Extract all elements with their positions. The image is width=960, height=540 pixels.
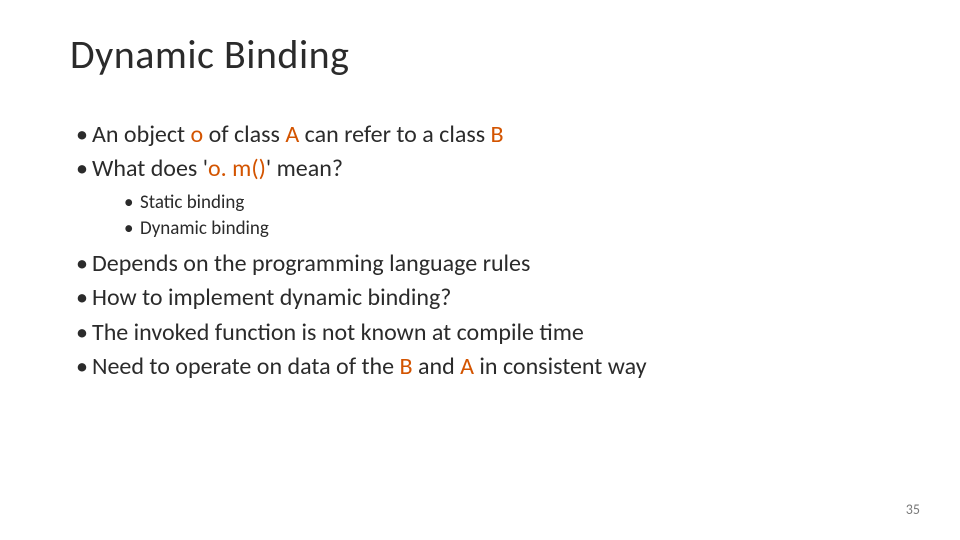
sub-bullet-2: Dynamic binding [122, 216, 890, 242]
bullet-list: An object o of class A can refer to a cl… [70, 119, 890, 384]
bullet-item-6: Need to operate on data of the B and A i… [70, 351, 890, 383]
bullet-item-4: How to implement dynamic binding? [70, 282, 890, 314]
text: can refer to a class [299, 120, 490, 149]
code-class-B: B [491, 120, 504, 149]
code-call: o. m() [208, 154, 266, 183]
bullet-item-5: The invoked function is not known at com… [70, 317, 890, 349]
code-class-B: B [399, 352, 412, 381]
text: Need to operate on data of the [92, 352, 399, 381]
sub-bullet-list: Static binding Dynamic binding [92, 190, 890, 242]
text: ' mean? [266, 154, 343, 183]
sub-bullet-1: Static binding [122, 190, 890, 216]
page-number: 35 [906, 501, 920, 518]
text: in consistent way [474, 352, 647, 381]
slide-title: Dynamic Binding [70, 30, 890, 79]
code-var-o: o [190, 120, 203, 149]
bullet-item-3: Depends on the programming language rule… [70, 248, 890, 280]
bullet-item-2: What does 'o. m()' mean? Static binding … [70, 153, 890, 242]
code-class-A: A [460, 352, 474, 381]
text: of class [203, 120, 285, 149]
text: and [413, 352, 461, 381]
bullet-item-1: An object o of class A can refer to a cl… [70, 119, 890, 151]
text: An object [92, 120, 190, 149]
slide: Dynamic Binding An object o of class A c… [0, 0, 960, 540]
code-class-A: A [285, 120, 299, 149]
text: What does ' [92, 154, 208, 183]
